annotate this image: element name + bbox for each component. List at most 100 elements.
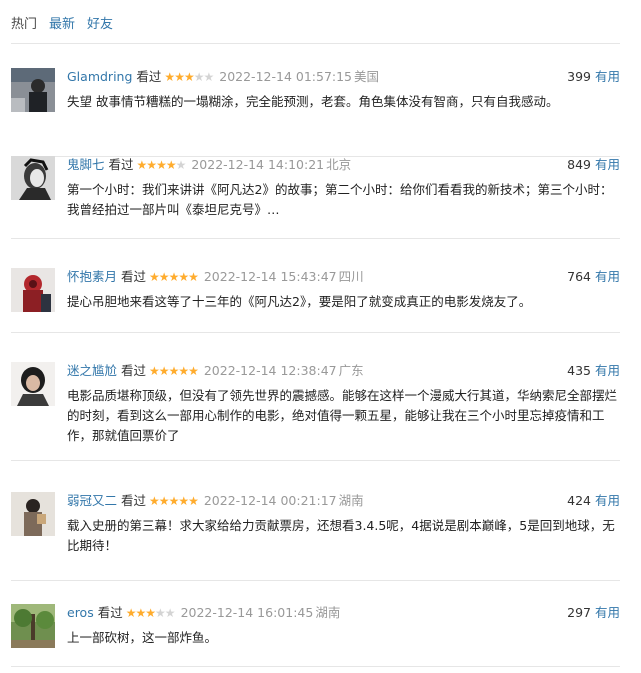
star-empty-icon: ★ — [203, 70, 214, 84]
star-filled-icon: ★ — [164, 70, 175, 84]
useful-button[interactable]: 有用 — [595, 69, 620, 84]
star-filled-icon: ★ — [174, 70, 185, 84]
tabs-divider — [11, 43, 620, 44]
rating-stars: ★★★★★ — [164, 68, 214, 86]
comment-location: 湖南 — [338, 493, 364, 508]
rating-stars: ★★★★★ — [149, 492, 199, 510]
user-avatar-icon[interactable] — [11, 156, 55, 200]
tab-latest[interactable]: 最新 — [49, 13, 75, 32]
watch-status: 看过 — [121, 269, 147, 284]
rating-stars: ★★★★★ — [136, 156, 187, 174]
star-filled-icon: ★ — [149, 364, 160, 378]
comment-text: 上一部砍树，这一部炸鱼。 — [67, 630, 218, 645]
star-filled-icon: ★ — [168, 270, 180, 284]
comment-location: 湖南 — [315, 605, 341, 620]
comment-text: 载入史册的第三幕！求大家给给力贡献票房，还想看3.4.5呢，4据说是剧本巅峰，5… — [67, 518, 615, 553]
watch-status: 看过 — [121, 493, 147, 508]
star-empty-icon: ★ — [155, 606, 166, 620]
username-link[interactable]: Glamdring — [67, 69, 132, 84]
star-filled-icon: ★ — [183, 70, 195, 84]
comment-time: 2022-12-14 14:10:21 — [191, 157, 325, 172]
tab-hot[interactable]: 热门 — [11, 13, 37, 32]
star-filled-icon: ★ — [188, 364, 199, 378]
vote-area: 424 有用 — [567, 492, 620, 510]
comment-divider — [11, 666, 620, 667]
tab-friends[interactable]: 好友 — [87, 13, 113, 32]
comment-time: 2022-12-14 16:01:45 — [180, 605, 314, 620]
comment-info: 迷之尴尬 看过 ★★★★★ 2022-12-14 12:38:47 广东 435 有用 — [67, 362, 620, 380]
username-link[interactable]: 怀抱素月 — [67, 269, 117, 284]
username-link[interactable]: 鬼脚七 — [67, 157, 105, 172]
star-filled-icon: ★ — [136, 158, 148, 172]
comment-location: 四川 — [338, 269, 364, 284]
comment-time: 2022-12-14 12:38:47 — [203, 363, 337, 378]
vote-area: 399 有用 — [567, 68, 620, 86]
star-filled-icon: ★ — [158, 494, 170, 508]
comment-time: 2022-12-14 15:43:47 — [203, 269, 337, 284]
star-filled-icon: ★ — [168, 494, 180, 508]
rating-stars: ★★★★★ — [125, 604, 176, 622]
star-filled-icon: ★ — [146, 158, 157, 172]
useful-button[interactable]: 有用 — [595, 363, 620, 378]
username-link[interactable]: eros — [67, 605, 94, 620]
user-avatar-icon[interactable] — [11, 268, 55, 312]
star-filled-icon: ★ — [178, 364, 189, 378]
user-avatar-icon[interactable] — [11, 68, 55, 112]
comment-text: 提心吊胆地来看这等了十三年的《阿凡达2》，要是阳了就变成真正的电影发烧友了。 — [67, 294, 532, 309]
star-filled-icon: ★ — [178, 494, 189, 508]
comment-text: 失望 故事情节糟糕的一塌糊涂，完全能预测，老套。角色集体没有智商，只有自我感动。 — [67, 94, 559, 109]
comment-time: 2022-12-14 00:21:17 — [203, 493, 337, 508]
vote-count: 424 — [567, 493, 591, 508]
vote-count: 399 — [567, 69, 591, 84]
star-filled-icon: ★ — [149, 494, 160, 508]
comment-divider — [11, 580, 620, 581]
comment-tabs: 热门 最新 好友 — [11, 13, 113, 32]
star-filled-icon: ★ — [188, 270, 199, 284]
star-filled-icon: ★ — [156, 158, 167, 172]
star-filled-icon: ★ — [158, 270, 170, 284]
user-avatar-icon[interactable] — [11, 362, 55, 406]
comment-text: 第一个小时：我们来讲讲《阿凡达2》的故事；第二个小时：给你们看看我的新技术；第三… — [67, 182, 613, 217]
comment-location: 北京 — [326, 157, 352, 172]
comment-divider — [11, 460, 620, 461]
watch-status: 看过 — [121, 363, 147, 378]
rating-stars: ★★★★★ — [149, 362, 199, 380]
vote-count: 849 — [567, 157, 591, 172]
star-empty-icon: ★ — [164, 606, 176, 620]
star-filled-icon: ★ — [145, 606, 156, 620]
comment-info: eros 看过 ★★★★★ 2022-12-14 16:01:45 湖南 297 有用 — [67, 604, 620, 622]
comment-info: 弱冠又二 看过 ★★★★★ 2022-12-14 00:21:17 湖南 424 有用 — [67, 492, 620, 510]
star-filled-icon: ★ — [178, 270, 189, 284]
vote-count: 435 — [567, 363, 591, 378]
star-filled-icon: ★ — [158, 364, 170, 378]
star-filled-icon: ★ — [125, 606, 137, 620]
user-avatar-icon[interactable] — [11, 604, 55, 648]
star-filled-icon: ★ — [149, 270, 160, 284]
star-filled-icon: ★ — [188, 494, 199, 508]
comment-divider — [11, 332, 620, 333]
rating-stars: ★★★★★ — [149, 268, 199, 286]
username-link[interactable]: 弱冠又二 — [67, 493, 117, 508]
star-empty-icon: ★ — [175, 158, 187, 172]
watch-status: 看过 — [136, 69, 162, 84]
watch-status: 看过 — [97, 605, 123, 620]
useful-button[interactable]: 有用 — [595, 269, 620, 284]
useful-button[interactable]: 有用 — [595, 493, 620, 508]
comment-location: 美国 — [354, 69, 380, 84]
comment-info: 鬼脚七 看过 ★★★★★ 2022-12-14 14:10:21 北京 849 有用 — [67, 156, 620, 174]
user-avatar-icon[interactable] — [11, 492, 55, 536]
vote-area: 764 有用 — [567, 268, 620, 286]
comment-text: 电影品质堪称顶级，但没有了领先世界的震撼感。能够在这样一个漫威大行其道，华纳索尼… — [67, 388, 618, 443]
star-filled-icon: ★ — [135, 606, 147, 620]
username-link[interactable]: 迷之尴尬 — [67, 363, 117, 378]
comment-time: 2022-12-14 01:57:15 — [219, 69, 353, 84]
useful-button[interactable]: 有用 — [595, 157, 620, 172]
vote-count: 297 — [567, 605, 591, 620]
comment-divider — [11, 238, 620, 239]
vote-area: 435 有用 — [567, 362, 620, 380]
useful-button[interactable]: 有用 — [595, 605, 620, 620]
vote-area: 297 有用 — [567, 604, 620, 622]
comment-info: Glamdring 看过 ★★★★★ 2022-12-14 01:57:15 美国 39… — [67, 68, 620, 86]
vote-area: 849 有用 — [567, 156, 620, 174]
watch-status: 看过 — [108, 157, 134, 172]
